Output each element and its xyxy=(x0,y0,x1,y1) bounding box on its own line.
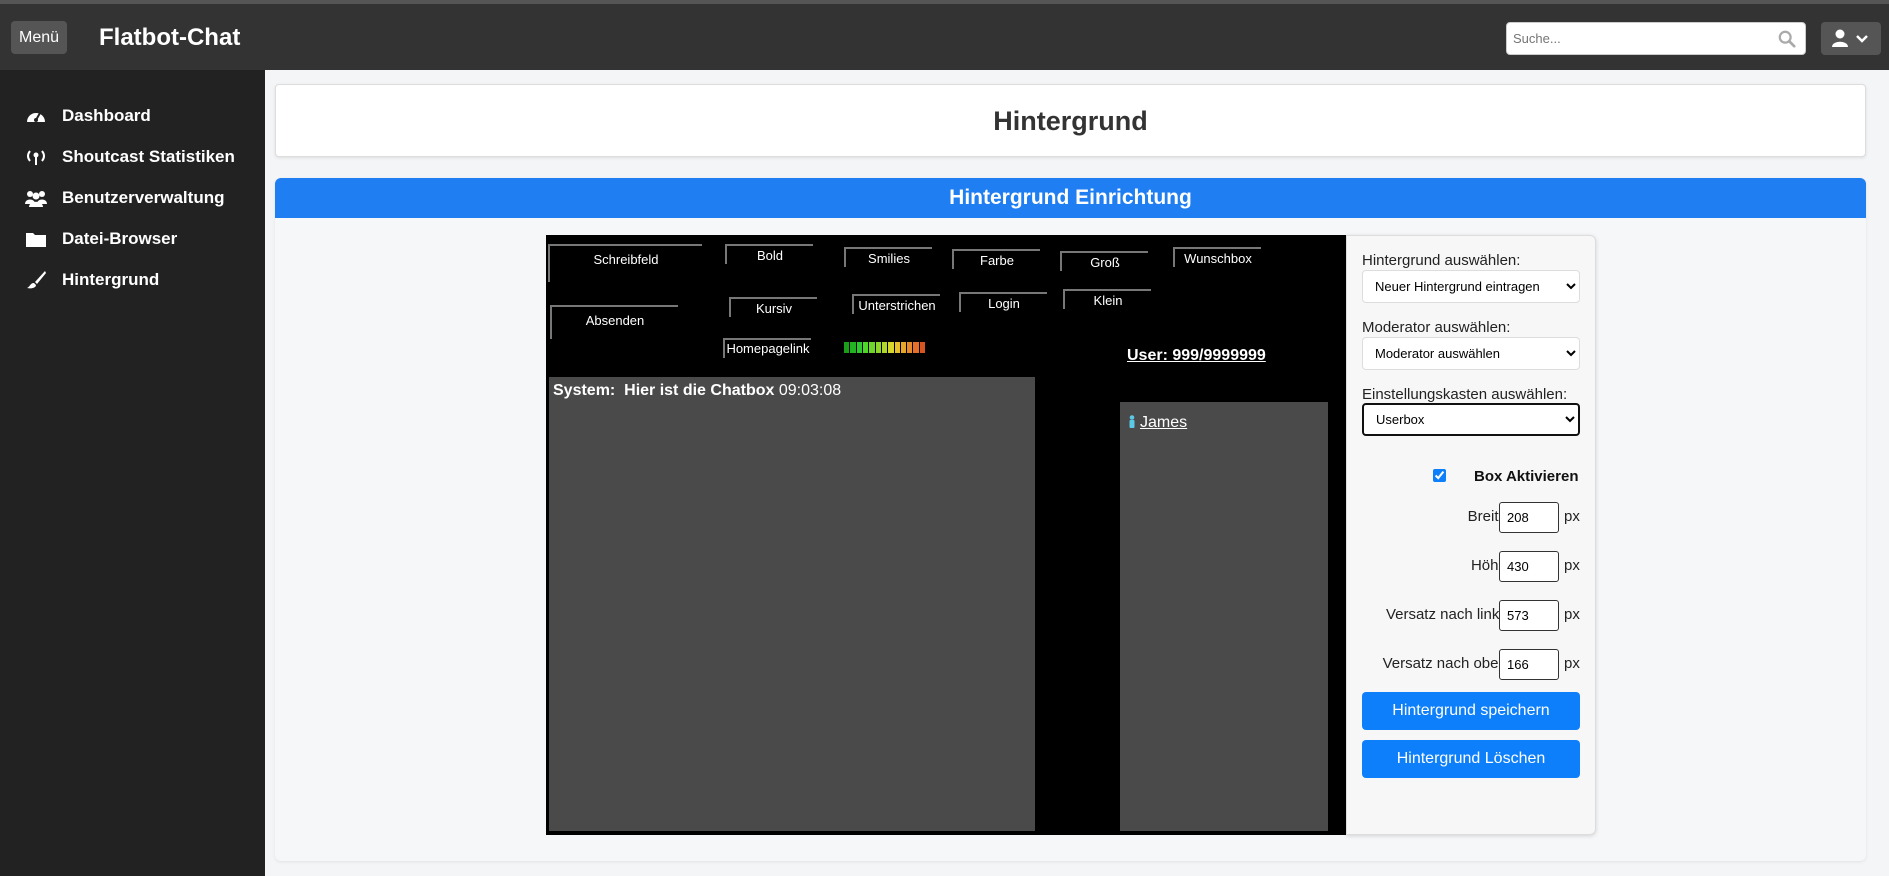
brand-title[interactable]: Flatbot-Chat xyxy=(99,24,240,52)
chat-preview: Schreibfeld Bold Smilies Farbe Groß Wuns… xyxy=(546,235,1346,835)
preview-button-smilies[interactable]: Smilies xyxy=(844,247,932,267)
chevron-down-icon xyxy=(1856,35,1868,43)
settings-panel: Hintergrund auswählen: Neuer Hintergrund… xyxy=(1346,235,1596,835)
sidebar-item-label: Dashboard xyxy=(62,106,151,125)
dashboard-gauge-icon xyxy=(24,105,48,127)
preview-button-gross[interactable]: Groß xyxy=(1060,251,1148,271)
page-title: Hintergrund xyxy=(993,106,1148,136)
top-navbar: Menü Flatbot-Chat xyxy=(0,0,1889,70)
chat-box: System: Hier ist die Chatbox 09:03:08 xyxy=(549,377,1035,831)
sidebar-item-dashboard[interactable]: Dashboard xyxy=(24,102,151,130)
sidebar-item-label: Benutzerverwaltung xyxy=(62,188,225,207)
sidebar-item-label: Shoutcast Statistiken xyxy=(62,147,235,166)
preview-button-kursiv[interactable]: Kursiv xyxy=(729,297,817,317)
width-input[interactable] xyxy=(1499,502,1559,533)
save-background-button[interactable]: Hintergrund speichern xyxy=(1362,692,1580,730)
search-box xyxy=(1506,22,1806,55)
folder-icon xyxy=(24,228,48,250)
preview-button-farbe[interactable]: Farbe xyxy=(952,249,1040,269)
preview-button-unterstrichen[interactable]: Unterstrichen xyxy=(852,294,940,314)
user-menu-button[interactable] xyxy=(1821,22,1881,55)
preview-button-login[interactable]: Login xyxy=(959,292,1047,312)
search-input[interactable] xyxy=(1513,23,1773,54)
moderator-select[interactable]: Moderator auswählen xyxy=(1362,337,1580,370)
sidebar-item-benutzerverwaltung[interactable]: Benutzerverwaltung xyxy=(24,184,224,212)
offset-left-unit: px xyxy=(1564,606,1580,623)
offset-top-input[interactable] xyxy=(1499,649,1559,680)
menu-button[interactable]: Menü xyxy=(11,21,67,54)
user-count[interactable]: User: 999/9999999 xyxy=(1127,347,1266,365)
user-icon xyxy=(1832,29,1848,47)
broadcast-antenna-icon xyxy=(24,146,48,168)
paintbrush-icon xyxy=(24,269,48,291)
settings-box-select-label: Einstellungskasten auswählen: xyxy=(1362,386,1568,403)
sidebar-item-label: Hintergrund xyxy=(62,270,160,289)
background-select-label: Hintergrund auswählen: xyxy=(1362,252,1521,269)
search-icon[interactable] xyxy=(1778,30,1796,48)
chat-time: 09:03:08 xyxy=(778,382,842,399)
offset-top-unit: px xyxy=(1564,655,1580,672)
page-title-card: Hintergrund xyxy=(275,84,1866,157)
offset-left-input[interactable] xyxy=(1499,600,1559,631)
height-input[interactable] xyxy=(1499,551,1559,582)
preview-button-wunschbox[interactable]: Wunschbox xyxy=(1173,247,1261,267)
sidebar-item-datei-browser[interactable]: Datei-Browser xyxy=(24,225,177,253)
sidebar-item-shoutcast[interactable]: Shoutcast Statistiken xyxy=(24,143,235,171)
preview-button-bold[interactable]: Bold xyxy=(725,244,813,264)
preview-button-homepagelink[interactable]: Homepagelink xyxy=(723,338,811,358)
user-box: James xyxy=(1120,402,1328,831)
box-activate-checkbox[interactable] xyxy=(1433,469,1446,482)
user-list-item[interactable]: James xyxy=(1140,414,1187,432)
volume-meter xyxy=(844,342,926,353)
user-status-icon xyxy=(1129,415,1135,428)
sidebar-item-hintergrund[interactable]: Hintergrund xyxy=(24,266,159,294)
offset-top-label: Versatz nach oben: xyxy=(1382,655,1511,672)
users-icon xyxy=(24,187,48,209)
box-activate-label: Box Aktivieren xyxy=(1474,468,1579,485)
height-unit: px xyxy=(1564,557,1580,574)
preview-button-schreibfeld[interactable]: Schreibfeld xyxy=(548,244,702,282)
chat-sender: System: xyxy=(553,382,616,399)
chat-message: Hier ist die Chatbox xyxy=(624,382,775,399)
section-title: Hintergrund Einrichtung xyxy=(275,178,1866,218)
sidebar: Dashboard Shoutcast Statistiken Benutzer… xyxy=(0,70,265,876)
offset-left-label: Versatz nach links: xyxy=(1385,606,1511,623)
background-select[interactable]: Neuer Hintergrund eintragen xyxy=(1362,270,1580,303)
settings-box-select[interactable]: Userbox xyxy=(1362,403,1580,436)
delete-background-button[interactable]: Hintergrund Löschen xyxy=(1362,740,1580,778)
preview-button-klein[interactable]: Klein xyxy=(1063,289,1151,309)
width-unit: px xyxy=(1564,508,1580,525)
preview-button-absenden[interactable]: Absenden xyxy=(550,305,678,339)
sidebar-item-label: Datei-Browser xyxy=(62,229,178,248)
moderator-select-label: Moderator auswählen: xyxy=(1362,319,1511,336)
